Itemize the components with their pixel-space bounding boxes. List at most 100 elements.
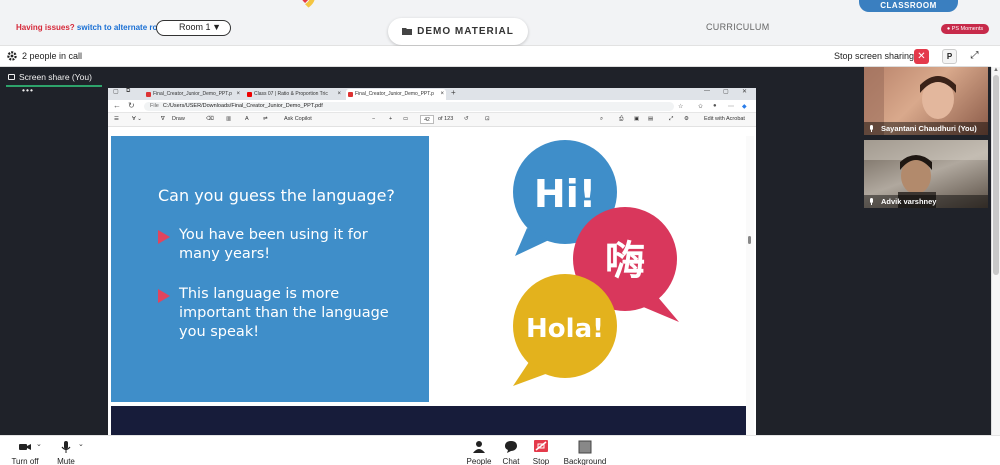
- participant-name-bar: Sayantani Chaudhuri (You): [864, 122, 988, 135]
- mute-button[interactable]: Mute: [54, 440, 78, 465]
- browser-tab-strip: ▢ ⧉ Final_Creator_Junior_Demo_PPT.p × Cl…: [108, 88, 756, 100]
- chat-button[interactable]: Chat: [499, 440, 523, 465]
- chat-label: Chat: [502, 457, 520, 465]
- bottom-control-bar: Turn off ⌄ Mute ⌄ People Chat Stop Backg…: [0, 435, 1000, 465]
- page-number-input[interactable]: 42: [420, 115, 434, 124]
- top-bar: Having issues? switch to alternate room …: [0, 0, 1000, 46]
- close-icon[interactable]: ×: [440, 89, 444, 100]
- chevron-down-icon: ▼: [212, 22, 221, 32]
- participant-tile[interactable]: Sayantani Chaudhuri (You): [864, 67, 988, 135]
- gear-icon[interactable]: [6, 50, 18, 62]
- draw-icon[interactable]: ∇: [161, 116, 165, 122]
- zoom-in-icon[interactable]: +: [389, 116, 392, 122]
- copilot-icon[interactable]: ◆: [742, 103, 747, 110]
- pin-button[interactable]: P: [942, 49, 957, 64]
- close-icon[interactable]: ×: [337, 89, 341, 100]
- fullscreen-icon[interactable]: ⤢: [669, 116, 673, 123]
- print-icon[interactable]: ⎙: [619, 116, 623, 123]
- browser-tab-title: Final_Creator_Junior_Demo_PPT.p: [355, 91, 434, 97]
- tab-actions-icon[interactable]: ⧉: [126, 88, 130, 95]
- stop-sharing-button[interactable]: ✕: [914, 49, 929, 64]
- contents-icon[interactable]: ☰: [114, 116, 119, 122]
- scrollbar-thumb[interactable]: [993, 75, 999, 275]
- issues-notice: Having issues? switch to alternate room: [16, 23, 169, 32]
- stop-share-button[interactable]: Stop: [528, 440, 554, 465]
- participant-tile[interactable]: Advik varshney: [864, 140, 988, 208]
- background-button[interactable]: Background: [560, 440, 610, 465]
- back-icon[interactable]: ←: [113, 101, 121, 110]
- settings-icon[interactable]: ⚙: [684, 116, 689, 122]
- page-view-icon[interactable]: ⊡: [485, 116, 490, 122]
- background-label: Background: [563, 457, 607, 465]
- url-field[interactable]: File C:/Users/USER/Downloads/Final_Creato…: [144, 102, 674, 111]
- search-icon[interactable]: ⌕: [600, 116, 603, 123]
- star-icon[interactable]: ☆: [678, 103, 683, 110]
- refresh-icon[interactable]: ↻: [128, 101, 135, 110]
- participant-name: Sayantani Chaudhuri (You): [881, 124, 977, 133]
- screen-share-tab[interactable]: Screen share (You) •••: [6, 71, 102, 95]
- stop-screen-sharing-label: Stop screen sharing: [834, 51, 915, 61]
- bullet-arrow-icon: [158, 230, 170, 244]
- chevron-down-icon[interactable]: ⌄: [36, 440, 42, 448]
- expand-icon[interactable]: ⤢: [967, 49, 982, 64]
- demo-material-button[interactable]: DEMO MATERIAL: [388, 18, 528, 45]
- issues-question: Having issues?: [16, 23, 75, 32]
- youtube-icon: [247, 92, 252, 97]
- highlight-icon[interactable]: ∀ ⌄: [132, 116, 142, 122]
- pdf-scrollbar[interactable]: [746, 136, 754, 435]
- speech-bubble-hola: Hola!: [513, 274, 617, 386]
- slide-question: Can you guess the language?: [158, 186, 395, 205]
- ps-moments-label: PS Moments: [951, 26, 984, 32]
- app-window: Having issues? switch to alternate room …: [0, 0, 1000, 465]
- favorites-icon[interactable]: ✩: [698, 103, 703, 110]
- stop-share-icon: [534, 440, 548, 452]
- stop-label: Stop: [532, 457, 550, 465]
- people-icon: [473, 441, 485, 453]
- microphone-icon: [870, 125, 873, 132]
- profile-icon[interactable]: ●: [713, 103, 717, 109]
- view-icon[interactable]: ▥: [226, 116, 231, 122]
- maximize-icon[interactable]: ▢: [723, 88, 729, 95]
- edit-with-acrobat-button[interactable]: Edit with Acrobat: [704, 116, 745, 122]
- chevron-down-icon[interactable]: ⌄: [78, 440, 84, 448]
- browser-tab-title: Class 07 | Ratio & Proportion Tric: [254, 91, 328, 97]
- bubble-hola-text: Hola!: [526, 314, 604, 344]
- classroom-tab[interactable]: CLASSROOM: [859, 0, 958, 12]
- translate-icon[interactable]: ⇌: [263, 116, 268, 122]
- more-icon[interactable]: ⋯: [728, 103, 734, 110]
- mute-label: Mute: [57, 457, 75, 465]
- pdf-scroll-thumb[interactable]: [748, 236, 751, 244]
- browser-tab[interactable]: Final_Creator_Junior_Demo_PPT.p ×: [144, 89, 242, 100]
- fit-page-icon[interactable]: ▭: [403, 116, 408, 122]
- zoom-out-icon[interactable]: −: [372, 116, 375, 122]
- save-icon[interactable]: ▣: [634, 116, 639, 122]
- more-options-icon[interactable]: •••: [22, 85, 34, 95]
- draw-label[interactable]: Draw: [172, 116, 185, 122]
- page-count: of 123: [438, 116, 454, 122]
- ps-moments-badge[interactable]: ● PS Moments: [941, 24, 989, 34]
- page-scrollbar[interactable]: ▲: [991, 67, 1000, 435]
- minimize-icon[interactable]: —: [704, 88, 710, 94]
- new-tab-icon[interactable]: +: [451, 88, 456, 97]
- scroll-up-icon[interactable]: ▲: [993, 67, 999, 73]
- room-select-value: Room 1: [179, 22, 211, 32]
- save-as-icon[interactable]: ▤: [648, 116, 653, 122]
- slide-right-panel: Hi! 嗨 Hola!: [429, 136, 746, 402]
- turn-off-label: Turn off: [11, 457, 39, 465]
- window-menu-icon[interactable]: ▢: [113, 88, 119, 95]
- people-count: 2 people in call: [22, 51, 83, 61]
- folder-icon: [402, 28, 413, 36]
- eraser-icon[interactable]: ⌫: [206, 116, 214, 122]
- browser-tab[interactable]: Class 07 | Ratio & Proportion Tric ×: [245, 89, 343, 100]
- room-select[interactable]: Room 1 ▼: [156, 20, 231, 36]
- close-window-icon[interactable]: ✕: [742, 88, 747, 95]
- close-icon[interactable]: ×: [236, 89, 240, 100]
- rotate-icon[interactable]: ↺: [464, 116, 469, 122]
- microphone-icon: [870, 198, 873, 205]
- call-bar: 2 people in call Stop screen sharing ✕ P…: [0, 46, 991, 67]
- people-button[interactable]: People: [464, 440, 494, 465]
- curriculum-tab[interactable]: CURRICULUM: [706, 22, 770, 32]
- read-aloud-icon[interactable]: A: [245, 116, 249, 122]
- browser-tab-active[interactable]: Final_Creator_Junior_Demo_PPT.p ×: [346, 89, 446, 100]
- ask-copilot-button[interactable]: Ask Copilot: [284, 116, 312, 122]
